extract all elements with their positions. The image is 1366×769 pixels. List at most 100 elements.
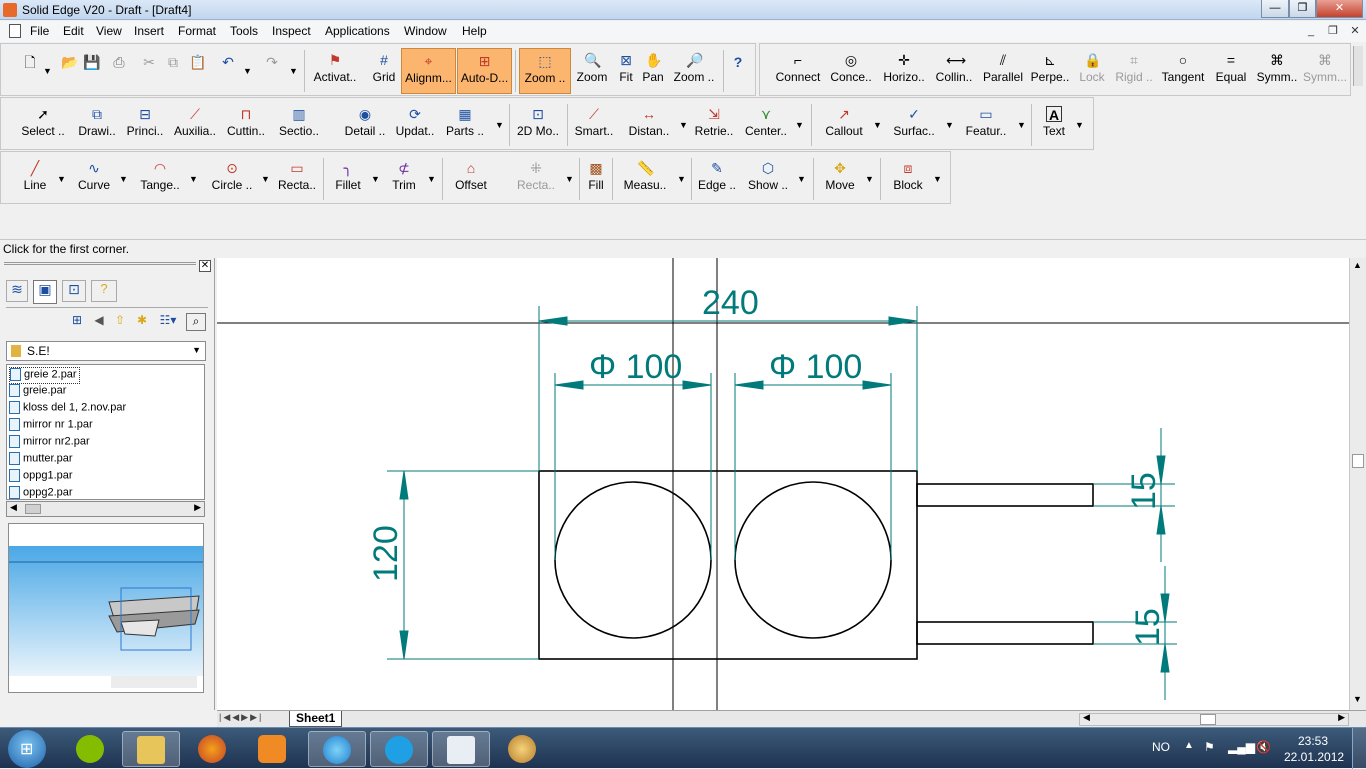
menu-file[interactable]: File: [30, 24, 49, 38]
line-button[interactable]: ╱ Line: [17, 160, 53, 192]
tangent-button[interactable]: ○ Tangent: [1158, 52, 1208, 84]
menu-tools[interactable]: Tools: [230, 24, 258, 38]
auto-dimension-button[interactable]: ⊞ Auto-D...: [457, 48, 512, 94]
parts-dropdown-icon[interactable]: ▼: [495, 120, 504, 130]
list-item[interactable]: mirror nr2.par: [9, 435, 90, 452]
menu-window[interactable]: Window: [404, 24, 447, 38]
section-view-button[interactable]: ▥ Sectio..: [277, 106, 321, 138]
parts-list-button[interactable]: ▦ Parts ..: [445, 106, 485, 138]
horizontal-button[interactable]: ✛ Horizo..: [880, 52, 928, 84]
details-view-icon[interactable]: ☷▾: [155, 313, 181, 331]
parallel-button[interactable]: ⫽ Parallel: [980, 52, 1026, 84]
tangent-arc-button[interactable]: ◠ Tange..: [137, 160, 183, 192]
menu-inspect[interactable]: Inspect: [272, 24, 311, 38]
redo-dropdown-icon[interactable]: ▼: [289, 66, 298, 76]
perpendicular-button[interactable]: ⊾ Perpe..: [1028, 52, 1072, 84]
mdi-restore-icon[interactable]: ❐: [1325, 24, 1341, 39]
list-item[interactable]: greie 2.par: [9, 367, 80, 384]
center-dropdown-icon[interactable]: ▼: [795, 120, 804, 130]
curve-button[interactable]: ∿ Curve: [73, 160, 115, 192]
vertical-scrollbar[interactable]: ▲ ▼: [1349, 258, 1366, 710]
taskbar-skype[interactable]: [370, 731, 428, 767]
show-dropdown-icon[interactable]: ▼: [797, 174, 806, 184]
undo-button[interactable]: ↶: [217, 54, 239, 72]
circle-button[interactable]: ⊙ Circle ..: [207, 160, 257, 192]
zoom-button[interactable]: 🔍 Zoom: [573, 52, 611, 84]
view-mode-icon[interactable]: ⊞: [68, 313, 86, 331]
groups-tab-icon[interactable]: ⊡: [62, 280, 86, 302]
tab-sheet1[interactable]: Sheet1: [289, 711, 343, 727]
redo-button[interactable]: ↷: [261, 54, 283, 72]
horizontal-scrollbar[interactable]: ◀ ▶: [1079, 712, 1349, 726]
pan-button[interactable]: ✋ Pan: [639, 52, 667, 84]
start-button[interactable]: ⊞: [8, 730, 46, 768]
block-button[interactable]: ⧈ Block: [887, 160, 929, 192]
taskbar-explorer[interactable]: [122, 731, 180, 767]
collinear-button[interactable]: ⟷ Collin..: [932, 52, 976, 84]
mdi-close-icon[interactable]: ✕: [1347, 24, 1363, 39]
copy-button[interactable]: ⧉: [163, 54, 183, 72]
fill-button[interactable]: ▩ Fill: [583, 160, 609, 192]
measure-button[interactable]: 📏 Measu..: [619, 160, 671, 192]
surface-texture-button[interactable]: ✓ Surfac..: [889, 106, 939, 138]
toolbar-scroll-handle[interactable]: [1353, 46, 1363, 86]
folder-combo[interactable]: S.E! ▼: [6, 341, 206, 361]
taskbar-internet-explorer[interactable]: [308, 731, 366, 767]
clock-date[interactable]: 22.01.2012: [1284, 750, 1344, 764]
surface-dropdown-icon[interactable]: ▼: [945, 120, 954, 130]
scroll-right-icon[interactable]: ▶: [1338, 712, 1345, 723]
connect-button[interactable]: ⌐ Connect: [772, 52, 824, 84]
offset-button[interactable]: ⌂ Offset: [449, 160, 493, 192]
new-button[interactable]: 🗋: [19, 54, 41, 72]
document-icon[interactable]: [9, 24, 21, 38]
menu-applications[interactable]: Applications: [325, 24, 390, 38]
curve-dropdown-icon[interactable]: ▼: [119, 174, 128, 184]
menu-format[interactable]: Format: [178, 24, 216, 38]
scroll-thumb[interactable]: [25, 504, 41, 514]
select-button[interactable]: ➚ Select ..: [19, 106, 67, 138]
trim-dropdown-icon[interactable]: ▼: [427, 174, 436, 184]
retrieve-dimensions-button[interactable]: ⇲ Retrie..: [691, 106, 737, 138]
layers-tab-icon[interactable]: ≋: [6, 280, 28, 302]
fillet-button[interactable]: ╮ Fillet: [329, 160, 367, 192]
edge-painter-button[interactable]: ✎ Edge ..: [695, 160, 739, 192]
properties-tab-icon[interactable]: ?: [91, 280, 117, 302]
taskbar-solid-edge[interactable]: [432, 731, 490, 767]
scroll-down-icon[interactable]: ▼: [1353, 694, 1362, 704]
smart-dimension-button[interactable]: ⟋ Smart..: [573, 106, 615, 138]
trim-button[interactable]: ⊄ Trim: [385, 160, 423, 192]
pane-gripper[interactable]: [4, 262, 196, 265]
distance-dropdown-icon[interactable]: ▼: [679, 120, 688, 130]
network-signal-icon[interactable]: ▂▄▆: [1228, 740, 1255, 754]
measure-dropdown-icon[interactable]: ▼: [677, 174, 686, 184]
fillet-dropdown-icon[interactable]: ▼: [371, 174, 380, 184]
help-button[interactable]: ?: [728, 54, 748, 72]
scroll-thumb[interactable]: [1352, 454, 1364, 468]
menu-insert[interactable]: Insert: [134, 24, 164, 38]
minimize-button[interactable]: —: [1261, 0, 1289, 18]
distance-dimension-button[interactable]: ↔ Distan..: [625, 106, 673, 138]
pane-close-icon[interactable]: ✕: [199, 260, 211, 272]
print-button[interactable]: ⎙: [109, 54, 129, 72]
callout-button[interactable]: ↗ Callout: [819, 106, 869, 138]
update-views-button[interactable]: ⟳ Updat..: [393, 106, 437, 138]
center-mark-button[interactable]: ⋎ Center..: [743, 106, 789, 138]
feature-dropdown-icon[interactable]: ▼: [1017, 120, 1026, 130]
tangent-dropdown-icon[interactable]: ▼: [189, 174, 198, 184]
symmetric-axis-button[interactable]: ⌘ Symm...: [1302, 52, 1348, 84]
move-button[interactable]: ✥ Move: [819, 160, 861, 192]
show-desktop-button[interactable]: [1352, 728, 1366, 769]
principal-view-button[interactable]: ⊟ Princi..: [123, 106, 167, 138]
activate-button[interactable]: ⚑ Activat..: [311, 52, 359, 84]
drawing-sheet[interactable]: 240 Φ 100 Φ 100 120 15 15: [217, 258, 1349, 710]
new-dropdown-icon[interactable]: ▼: [43, 66, 52, 76]
list-item[interactable]: oppg1.par: [9, 469, 73, 486]
mdi-minimize-icon[interactable]: _: [1303, 24, 1319, 39]
zoom-area-button[interactable]: ⬚ Zoom ..: [519, 48, 571, 94]
zoom-tool-button[interactable]: 🔎 Zoom ..: [669, 52, 719, 84]
drawing-view-button[interactable]: ⧉ Drawi..: [75, 106, 119, 138]
menu-help[interactable]: Help: [462, 24, 487, 38]
circle-dropdown-icon[interactable]: ▼: [261, 174, 270, 184]
scroll-up-icon[interactable]: ▲: [1353, 260, 1362, 270]
feature-control-frame-button[interactable]: ▭ Featur..: [961, 106, 1011, 138]
